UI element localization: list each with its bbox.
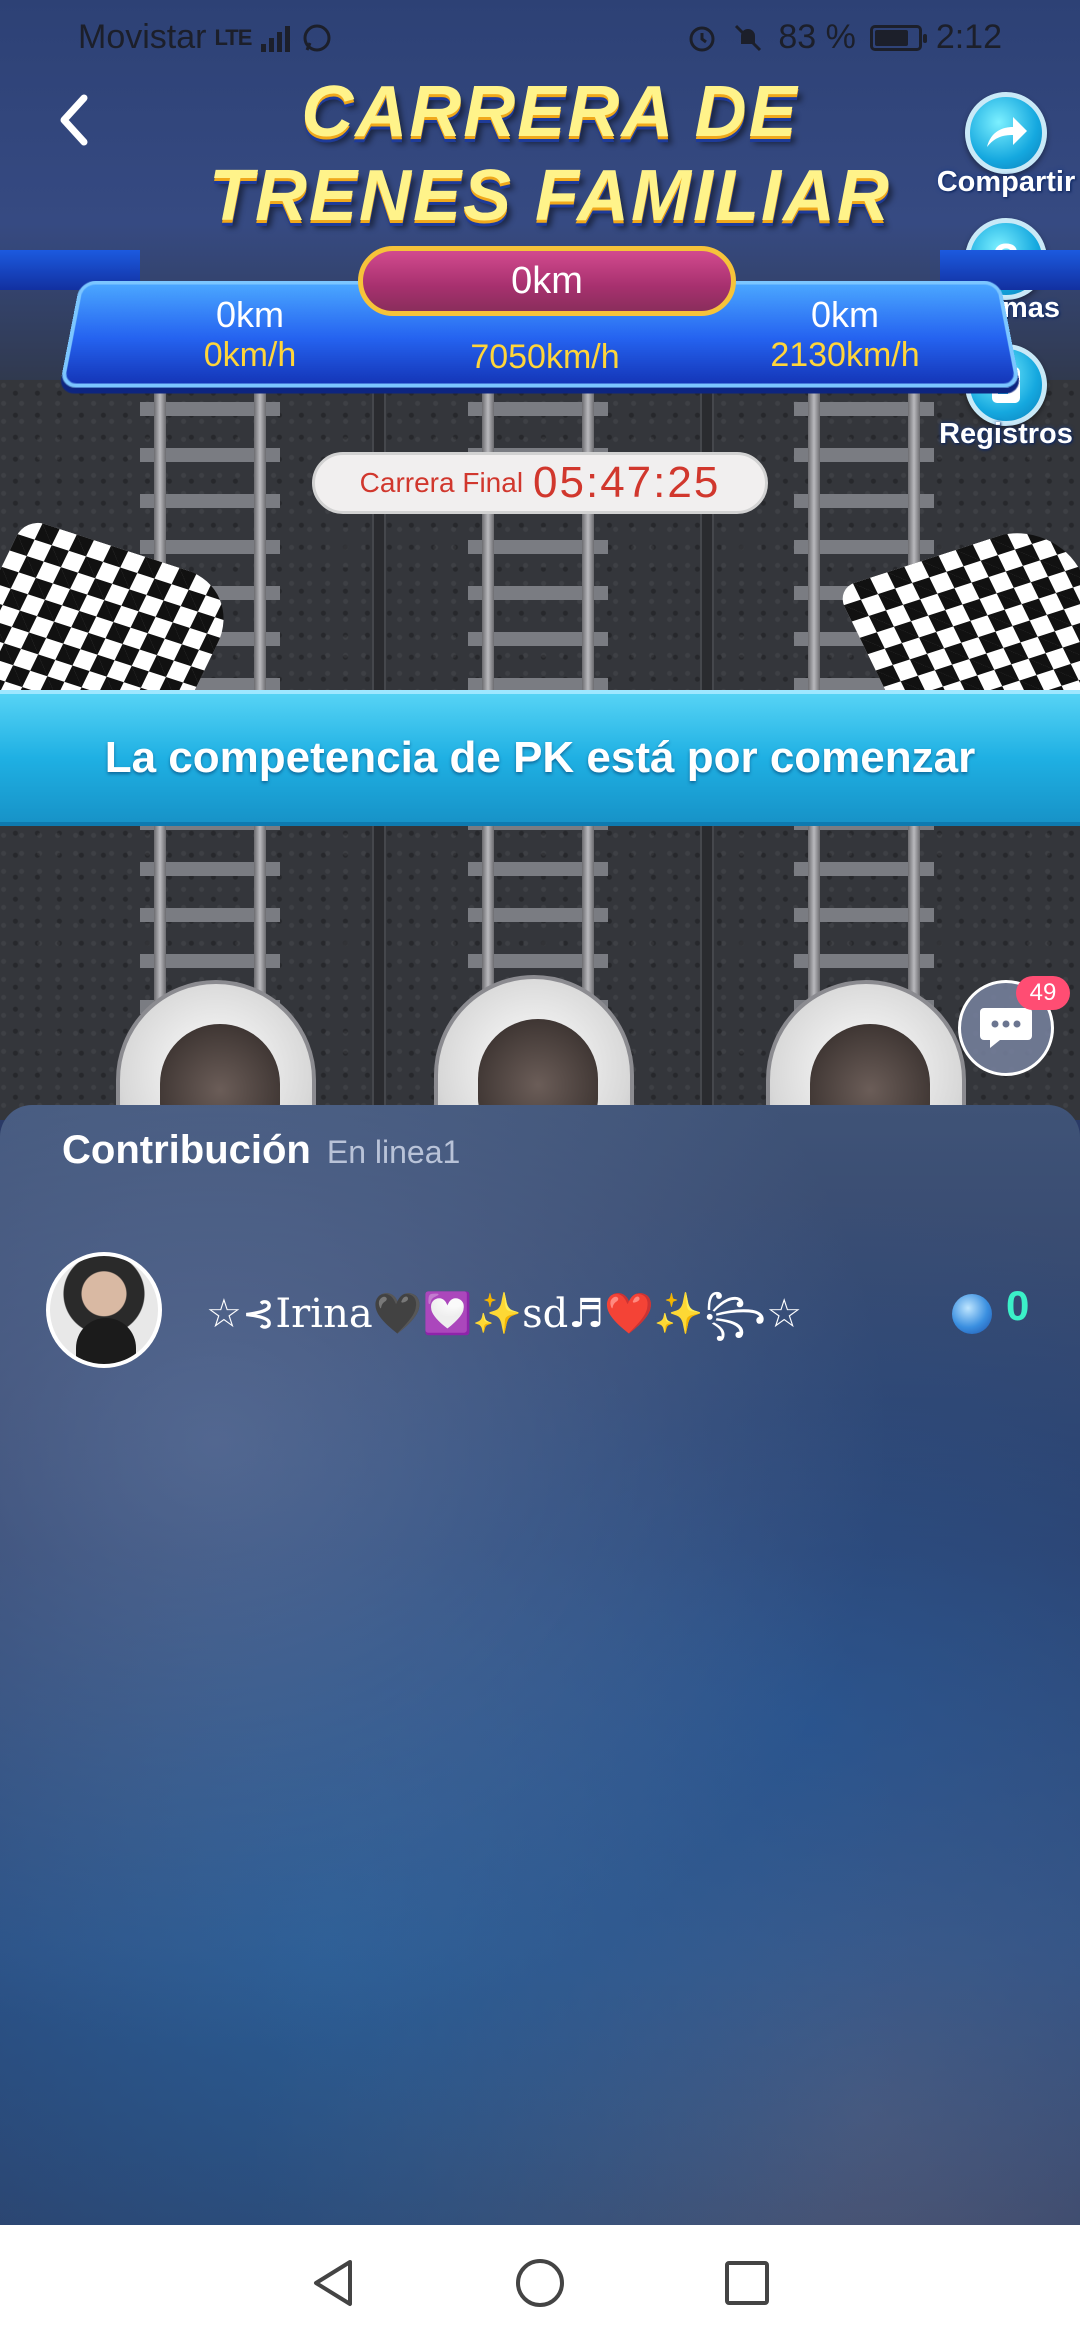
share-arrow-icon xyxy=(987,117,1027,147)
center-distance-pill: 0km xyxy=(358,246,736,316)
nav-home-button[interactable] xyxy=(510,2253,570,2313)
clock: 2:12 xyxy=(935,18,1002,56)
nav-back-button[interactable] xyxy=(303,2253,363,2313)
left-team-stats: 0km 0km/h xyxy=(160,295,340,375)
status-bar: Movistar LTE 83 % 2:12 xyxy=(0,0,1080,72)
battery-percent: 83 % xyxy=(778,18,856,56)
panel-header: Contribución En linea1 xyxy=(62,1128,460,1173)
system-nav-bar xyxy=(0,2225,1080,2340)
back-button[interactable] xyxy=(44,90,104,160)
chevron-left-icon xyxy=(60,94,88,146)
list-item[interactable]: ☆⊰Irina🖤💟✨sd♬❤️✨꧂☆ 0 xyxy=(46,1252,1046,1368)
title-line-2: TRENES FAMILIAR xyxy=(208,156,891,236)
right-team-stats: 0km 2130km/h xyxy=(750,295,940,375)
share-label: Compartir xyxy=(936,166,1076,198)
triangle-back-icon xyxy=(314,2259,353,2306)
whatsapp-icon xyxy=(303,24,331,51)
countdown-time: 05:47:25 xyxy=(533,458,721,507)
left-speed: 0km/h xyxy=(203,336,297,374)
carrier-label: Movistar xyxy=(78,18,207,56)
mute-bell-icon xyxy=(735,24,762,51)
right-speed: 2130km/h xyxy=(770,336,920,374)
user-name: ☆⊰Irina🖤💟✨sd♬❤️✨꧂☆ xyxy=(206,1291,803,1337)
chat-bubble-icon xyxy=(980,1008,1032,1048)
diamond-icon xyxy=(952,1294,992,1334)
panel-title: Contribución xyxy=(62,1128,311,1172)
online-count: En linea1 xyxy=(326,1134,461,1170)
title-line-1: CARRERA DE xyxy=(301,72,799,152)
chat-unread-badge: 49 xyxy=(1016,976,1070,1010)
avatar[interactable] xyxy=(46,1252,162,1368)
countdown-label: Carrera Final xyxy=(359,467,524,498)
user-score: 0 xyxy=(1006,1282,1030,1329)
left-distance: 0km xyxy=(215,294,284,335)
right-distance: 0km xyxy=(810,294,879,335)
signal-icon xyxy=(261,25,291,52)
nav-recents-button[interactable] xyxy=(717,2253,777,2313)
center-speed: 7050km/h xyxy=(470,338,620,376)
network-label: LTE xyxy=(214,24,252,50)
circle-home-icon xyxy=(515,2258,564,2307)
alarm-icon xyxy=(689,26,715,51)
page-title: CARRERA DE TRENES FAMILIAR xyxy=(150,70,950,238)
status-banner: La competencia de PK está por comenzar xyxy=(0,690,1080,826)
share-button[interactable]: Compartir xyxy=(926,92,1080,199)
countdown-timer: Carrera Final 05:47:25 xyxy=(312,452,768,514)
records-label: Registros xyxy=(939,418,1073,450)
battery-icon xyxy=(869,24,927,51)
square-recents-icon xyxy=(724,2260,769,2305)
